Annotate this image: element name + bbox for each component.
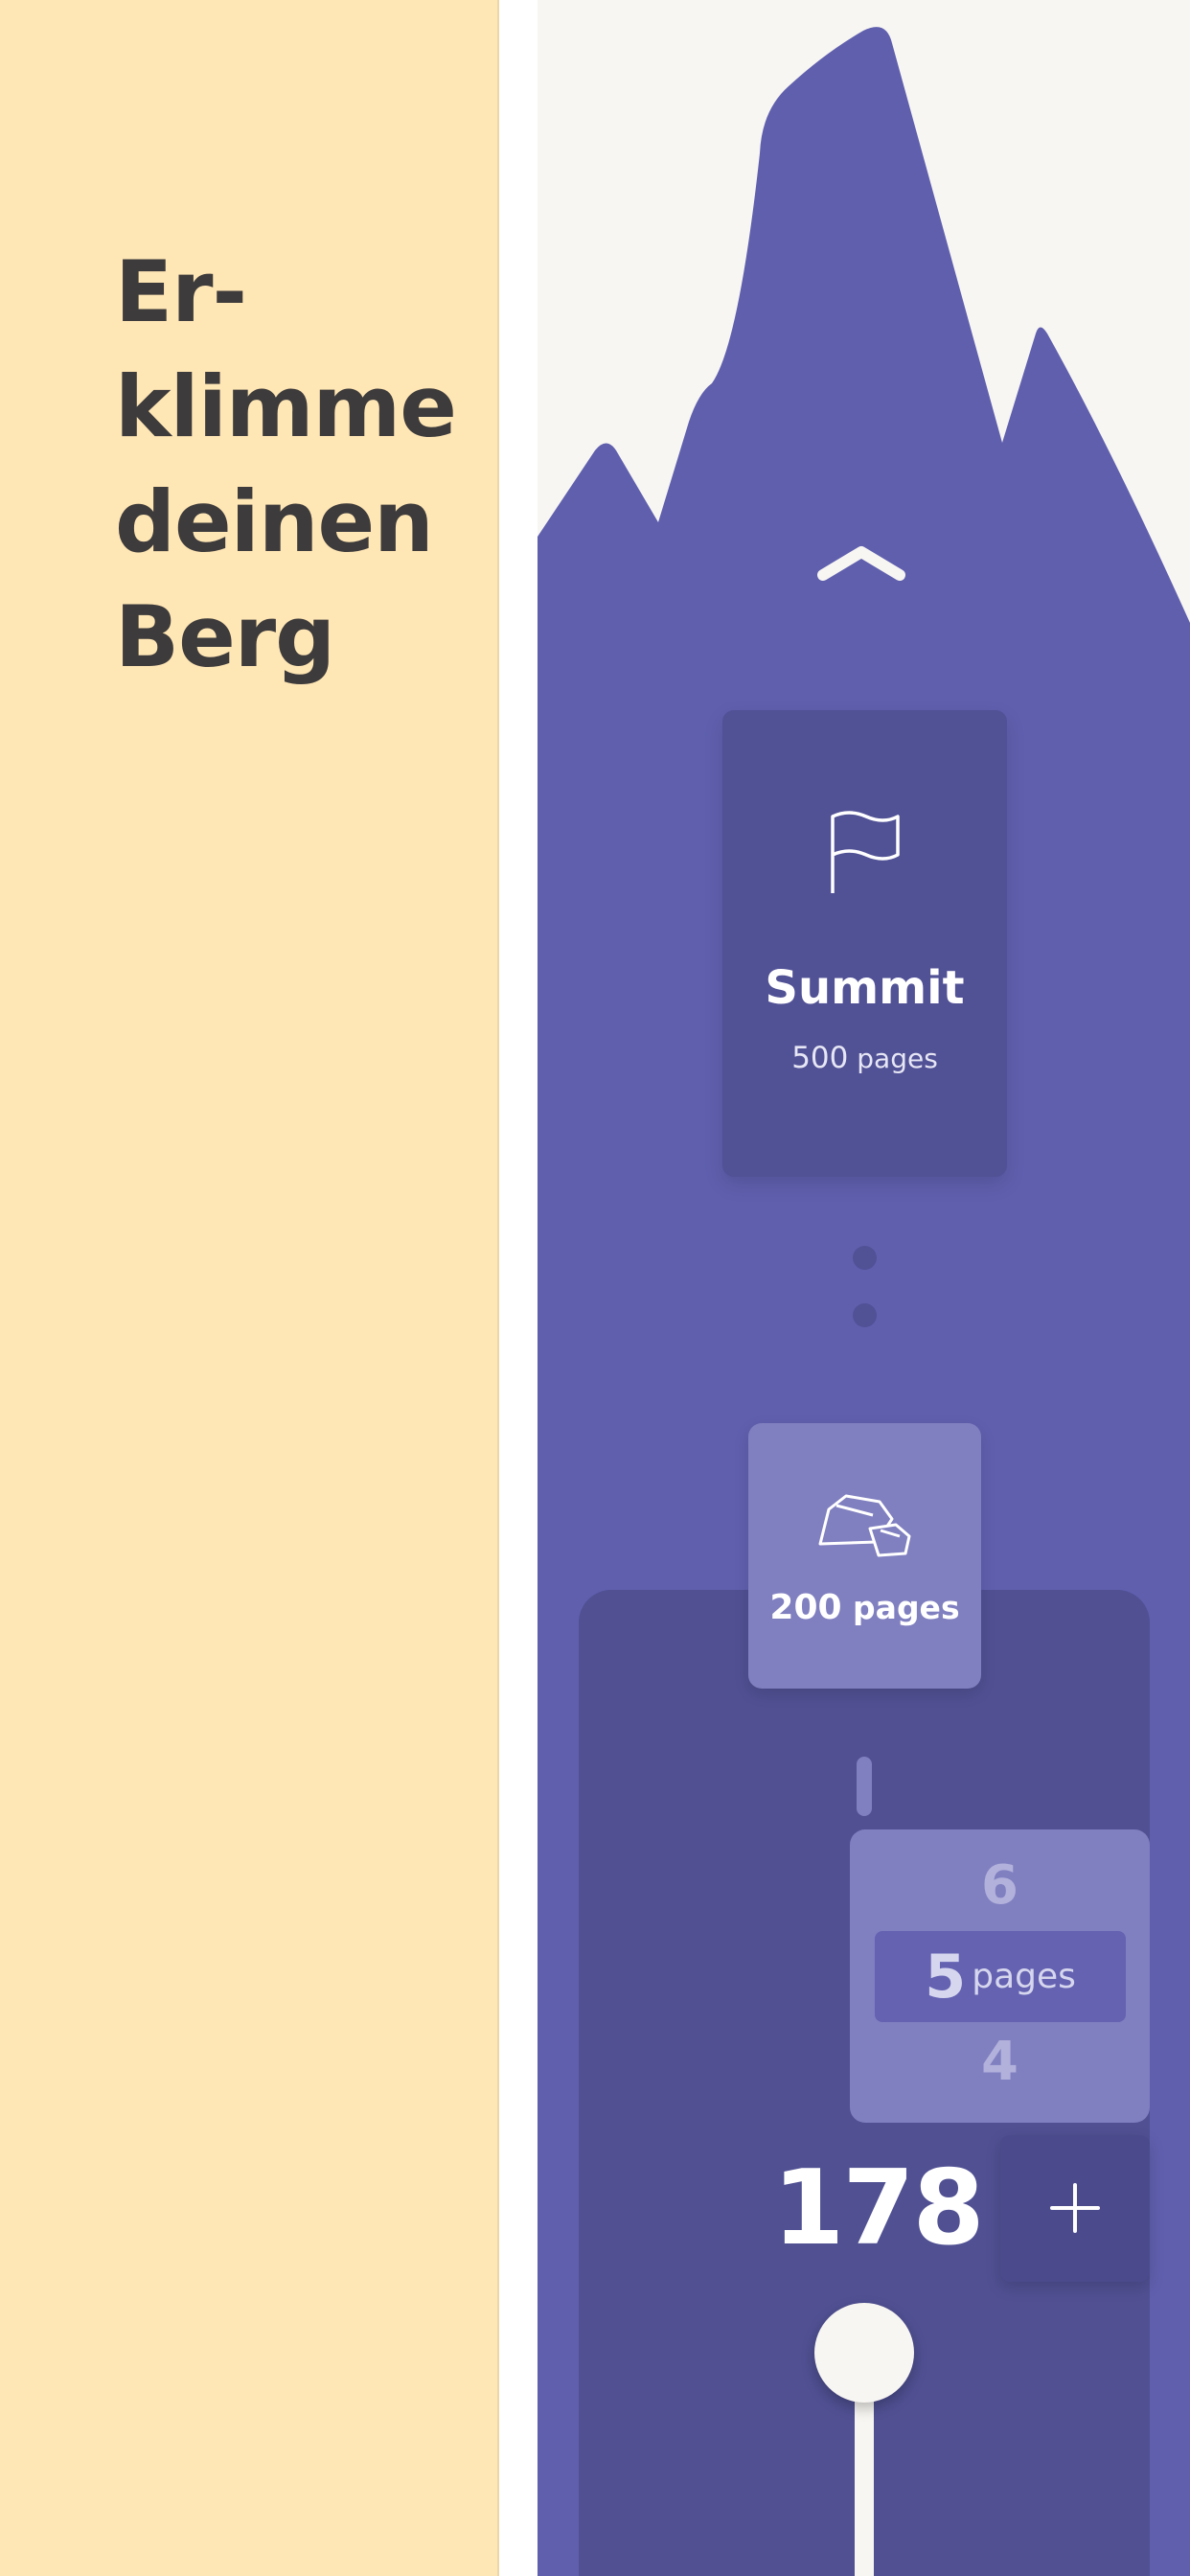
promo-panel: Er- klimme deinen Berg	[0, 0, 499, 2576]
headline-line: Berg	[115, 587, 335, 686]
milestone-pages-number: 200	[769, 1588, 842, 1627]
summit-pages: 500 pages	[722, 1041, 1007, 1075]
plus-icon	[1050, 2183, 1100, 2233]
page-picker[interactable]: 6 5 pages 4	[850, 1829, 1150, 2123]
path-dot	[853, 1246, 877, 1270]
milestone-pages: 200 pages	[748, 1588, 981, 1627]
app-screen: Summit 500 pages 200 pages 6 5 pages 4 1…	[538, 0, 1190, 2576]
path-dot	[853, 1303, 877, 1327]
promo-headline: Er- klimme deinen Berg	[115, 235, 498, 695]
headline-line: Er-	[115, 242, 247, 341]
progress-slider-thumb[interactable]	[814, 2303, 914, 2403]
rock-icon	[818, 1494, 911, 1557]
milestone-pages-unit: pages	[853, 1589, 960, 1626]
drag-handle[interactable]	[857, 1757, 872, 1816]
picker-selected-option[interactable]: 5 pages	[875, 1931, 1126, 2022]
add-pages-button[interactable]	[1000, 2135, 1150, 2282]
flag-icon	[831, 811, 900, 893]
headline-line: deinen	[115, 472, 434, 571]
picker-selected-unit: pages	[972, 1957, 1076, 1996]
headline-line: klimme	[115, 357, 457, 456]
page-counter: 178	[772, 2149, 984, 2268]
picker-selected-number: 5	[925, 1942, 967, 2012]
summit-pages-number: 500	[791, 1041, 849, 1075]
milestone-card[interactable]: 200 pages	[748, 1423, 981, 1689]
summit-pages-unit: pages	[857, 1043, 938, 1074]
summit-title: Summit	[765, 961, 965, 1015]
picker-option-above[interactable]: 6	[850, 1854, 1150, 1917]
chevron-up-icon[interactable]	[813, 537, 909, 585]
picker-option-below[interactable]: 4	[850, 2031, 1150, 2093]
summit-card[interactable]: Summit 500 pages	[722, 710, 1007, 1177]
